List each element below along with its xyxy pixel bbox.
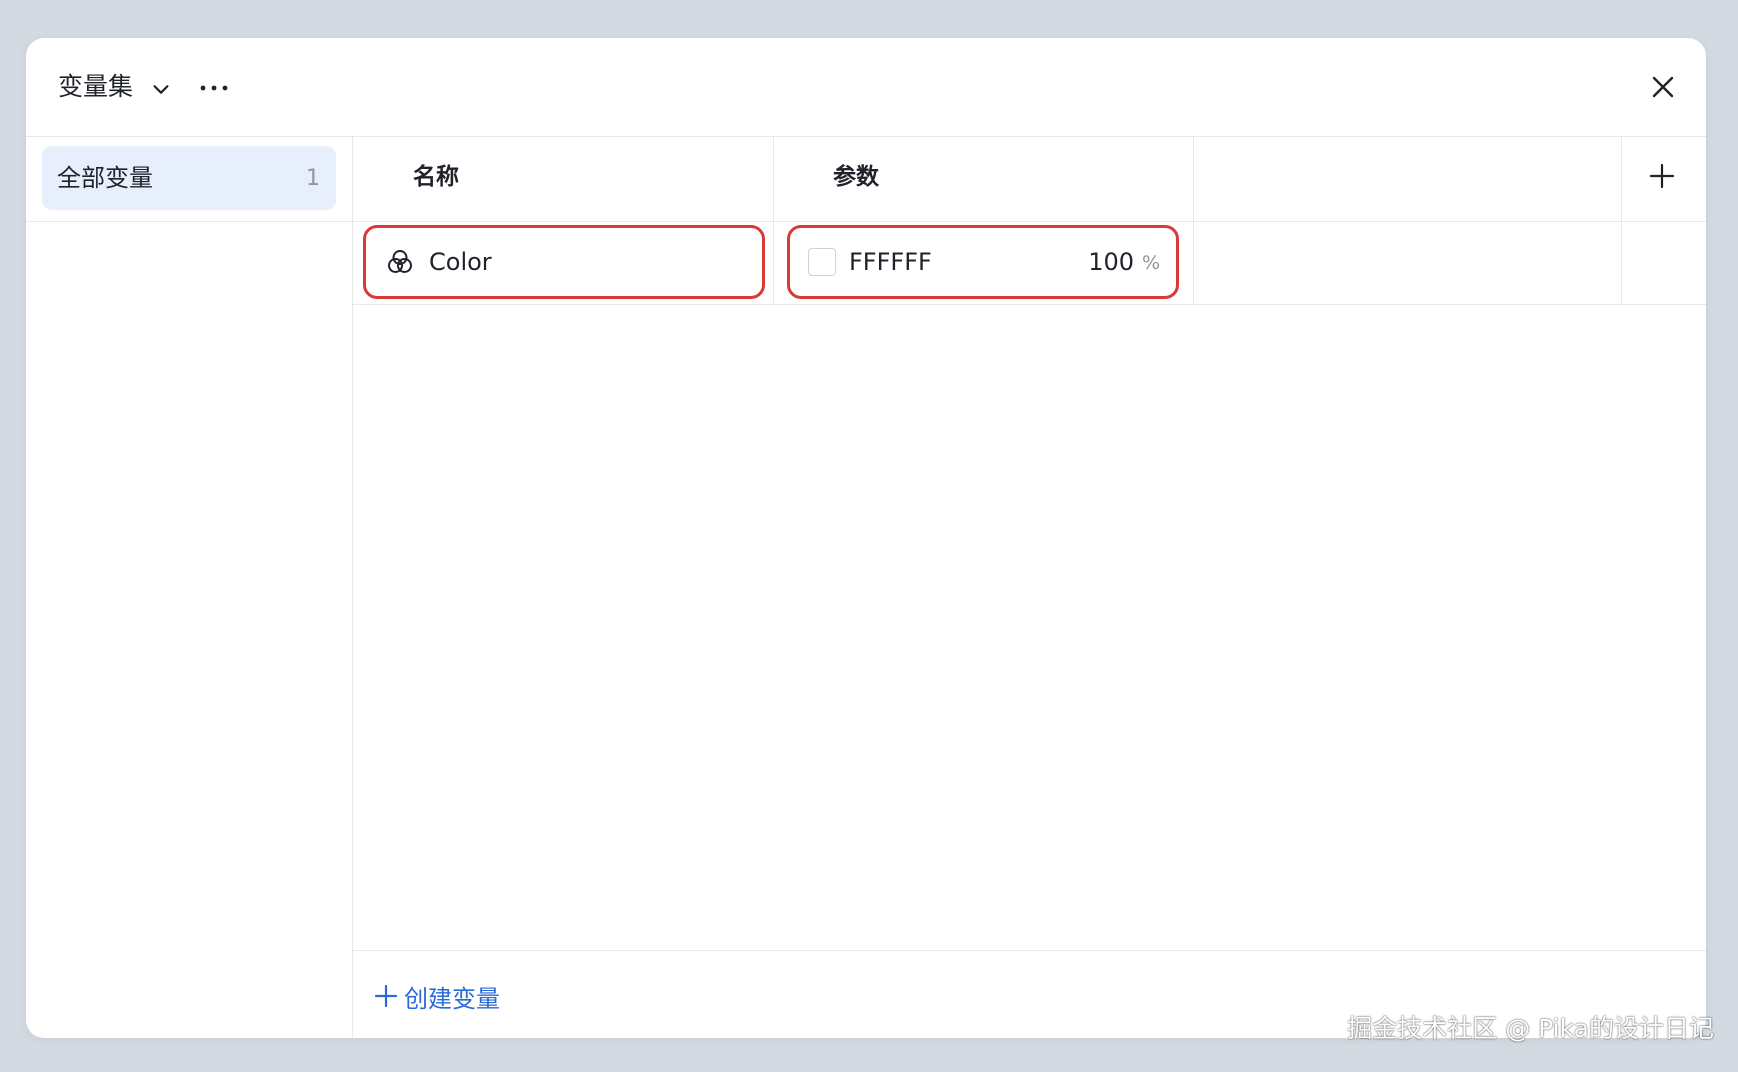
opacity-unit: %	[1141, 252, 1160, 274]
table-row-name-cell[interactable]: Color	[363, 225, 765, 299]
plus-icon	[374, 984, 398, 1008]
color-variable-icon	[388, 250, 412, 273]
row-divider	[353, 304, 1706, 305]
color-swatch[interactable]	[808, 248, 836, 276]
create-variable-button[interactable]: 创建变量	[374, 976, 500, 1016]
column-divider	[1193, 136, 1194, 304]
column-header-name: 名称	[413, 164, 459, 190]
watermark: 掘金技术社区 @ Pika的设计日记	[1347, 1014, 1714, 1043]
table-header: 名称 参数	[353, 136, 1706, 222]
color-hex-value: FFFFFF	[849, 248, 932, 276]
footer-divider	[353, 950, 1706, 951]
sidebar-divider	[26, 221, 352, 222]
sidebar: 全部变量 1	[26, 136, 353, 1038]
table-row-value-cell[interactable]: FFFFFF 100 %	[787, 225, 1179, 299]
variables-panel: 变量集 全部变量 1 名称 参数 Color FFFFFF 100 % 创建变量	[26, 38, 1706, 1038]
create-variable-label: 创建变量	[404, 984, 500, 1013]
close-icon[interactable]	[1650, 74, 1676, 100]
chevron-down-icon[interactable]	[150, 78, 172, 100]
sidebar-item-all-variables[interactable]: 全部变量 1	[42, 146, 336, 210]
panel-title[interactable]: 变量集	[58, 70, 133, 104]
column-header-params: 参数	[833, 164, 879, 190]
more-icon[interactable]	[196, 76, 232, 100]
plus-icon[interactable]	[1648, 162, 1676, 190]
variable-name: Color	[429, 248, 492, 276]
panel-header: 变量集	[26, 38, 1706, 137]
opacity-value: 100	[1088, 248, 1134, 276]
column-divider	[1621, 136, 1622, 304]
sidebar-item-label: 全部变量	[57, 164, 153, 192]
column-divider	[773, 136, 774, 304]
sidebar-item-count: 1	[306, 166, 320, 191]
